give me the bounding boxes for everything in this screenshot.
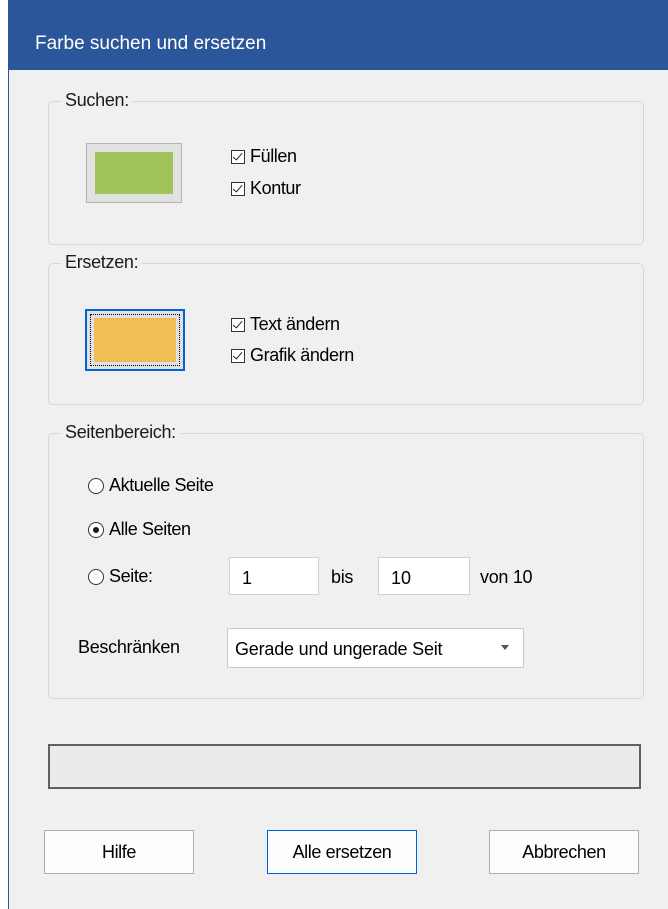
replace-color-button[interactable] (85, 309, 185, 371)
of-total-label: von 10 (480, 567, 533, 587)
radio-page-circle[interactable] (88, 568, 104, 585)
change-graphic-checkbox-box[interactable] (231, 348, 245, 363)
search-color-button[interactable] (86, 143, 182, 203)
outline-checkbox-box[interactable] (231, 181, 245, 196)
to-label: bis (331, 567, 354, 587)
radio-current-page[interactable]: Aktuelle Seite (88, 475, 214, 496)
change-graphic-checkbox[interactable]: Grafik ändern (231, 345, 354, 366)
outline-checkbox-label: Kontur (250, 178, 301, 198)
title-bar: Farbe suchen und ersetzen (8, 0, 668, 70)
radio-current-page-circle[interactable] (88, 477, 104, 494)
page-to-input[interactable]: 10 (378, 557, 470, 595)
progress-bar (48, 744, 641, 789)
outline-checkbox[interactable]: Kontur (231, 178, 301, 199)
radio-all-pages[interactable]: Alle Seiten (88, 519, 191, 540)
restrict-dropdown[interactable]: Gerade und ungerade Seit (227, 628, 524, 668)
change-graphic-checkbox-label: Grafik ändern (250, 345, 354, 365)
search-group-legend: Suchen: (61, 90, 133, 111)
radio-all-pages-circle[interactable] (88, 521, 104, 538)
radio-page-label: Seite: (109, 566, 153, 586)
chevron-down-icon (501, 645, 509, 650)
search-color-swatch (95, 152, 173, 194)
change-text-checkbox-box[interactable] (231, 317, 245, 332)
fill-checkbox[interactable]: Füllen (231, 146, 297, 167)
replace-group-legend: Ersetzen: (61, 252, 143, 273)
page-from-input[interactable]: 1 (229, 557, 319, 595)
restrict-label: Beschränken (78, 637, 180, 657)
fill-checkbox-label: Füllen (250, 146, 297, 166)
replace-all-button[interactable]: Alle ersetzen (267, 830, 417, 874)
cancel-button[interactable]: Abbrechen (489, 830, 639, 874)
focus-rectangle (90, 314, 180, 366)
change-text-checkbox[interactable]: Text ändern (231, 314, 340, 335)
radio-page[interactable]: Seite: (88, 566, 153, 587)
change-text-checkbox-label: Text ändern (250, 314, 340, 334)
page-range-group-legend: Seitenbereich: (61, 422, 180, 443)
restrict-dropdown-value: Gerade und ungerade Seit (235, 639, 443, 659)
radio-current-page-label: Aktuelle Seite (109, 475, 214, 495)
radio-all-pages-label: Alle Seiten (109, 519, 191, 539)
fill-checkbox-box[interactable] (231, 149, 245, 164)
window-title: Farbe suchen und ersetzen (35, 33, 267, 54)
help-button[interactable]: Hilfe (44, 830, 194, 874)
